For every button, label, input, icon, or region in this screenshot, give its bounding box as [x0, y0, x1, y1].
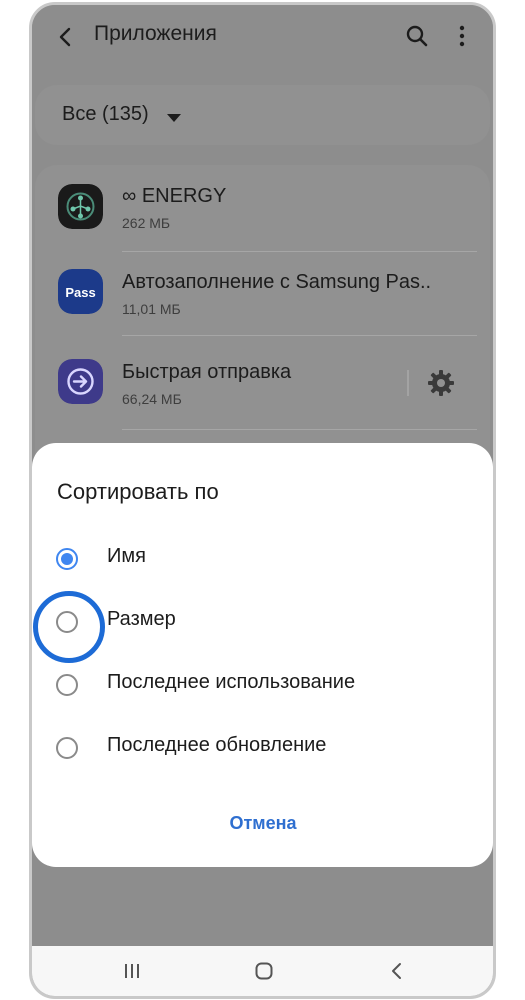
home-icon[interactable]	[254, 961, 274, 981]
app-name: Быстрая отправка	[122, 361, 292, 383]
more-options-icon[interactable]	[452, 24, 472, 48]
app-size: 66,24 МБ	[122, 391, 182, 407]
app-size: 262 МБ	[122, 215, 171, 231]
option-label: Последнее обновление	[107, 734, 327, 756]
nav-back-icon[interactable]	[387, 961, 407, 981]
list-item[interactable]: Быстрая отправка 66,24 МБ	[35, 337, 490, 421]
quick-share-icon	[58, 359, 103, 404]
app-name: ∞ ENERGY	[122, 185, 227, 207]
apps-screen: Приложения Все (135) ∞ ENERGY 262 МБ Pas…	[32, 5, 493, 996]
navigation-bar	[32, 946, 493, 996]
page-title: Приложения	[94, 22, 217, 45]
dialog-title: Сортировать по	[57, 479, 219, 504]
sort-option-last-used[interactable]: Последнее использование	[32, 659, 493, 711]
list-item[interactable]: Pass Автозаполнение с Samsung Pas.. 11,0…	[35, 251, 490, 335]
recent-apps-icon[interactable]	[122, 961, 142, 981]
sort-option-name[interactable]: Имя	[32, 533, 493, 585]
cancel-button[interactable]: Отмена	[213, 803, 313, 843]
radio-button[interactable]	[56, 737, 78, 759]
svg-text:Pass: Pass	[65, 285, 95, 300]
top-app-bar: Приложения	[32, 5, 493, 69]
samsung-pass-icon: Pass	[58, 269, 103, 314]
row-divider	[122, 335, 477, 336]
app-name: Автозаполнение с Samsung Pas..	[122, 271, 432, 293]
app-filter-dropdown[interactable]: Все (135)	[35, 85, 490, 145]
sort-option-last-updated[interactable]: Последнее обновление	[32, 722, 493, 774]
filter-label: Все (135)	[62, 103, 149, 125]
option-label: Имя	[107, 545, 146, 567]
option-label: Последнее использование	[107, 671, 356, 693]
row-divider	[122, 429, 477, 430]
phone-frame: Приложения Все (135) ∞ ENERGY 262 МБ Pas…	[29, 2, 496, 999]
gear-icon[interactable]	[426, 368, 456, 398]
list-item[interactable]: ∞ ENERGY 262 МБ	[35, 165, 490, 249]
dropdown-arrow-icon	[166, 110, 182, 122]
energy-app-icon	[58, 184, 103, 229]
option-label: Размер	[107, 608, 176, 630]
radio-button[interactable]	[56, 674, 78, 696]
sort-dialog: Сортировать по Имя Размер Последнее испо…	[32, 443, 493, 867]
highlight-ring	[33, 591, 105, 663]
search-icon[interactable]	[405, 24, 429, 48]
app-size: 11,01 МБ	[122, 301, 181, 317]
back-arrow-icon[interactable]	[54, 25, 78, 49]
radio-button-checked[interactable]	[56, 548, 78, 570]
vertical-separator	[407, 370, 409, 396]
